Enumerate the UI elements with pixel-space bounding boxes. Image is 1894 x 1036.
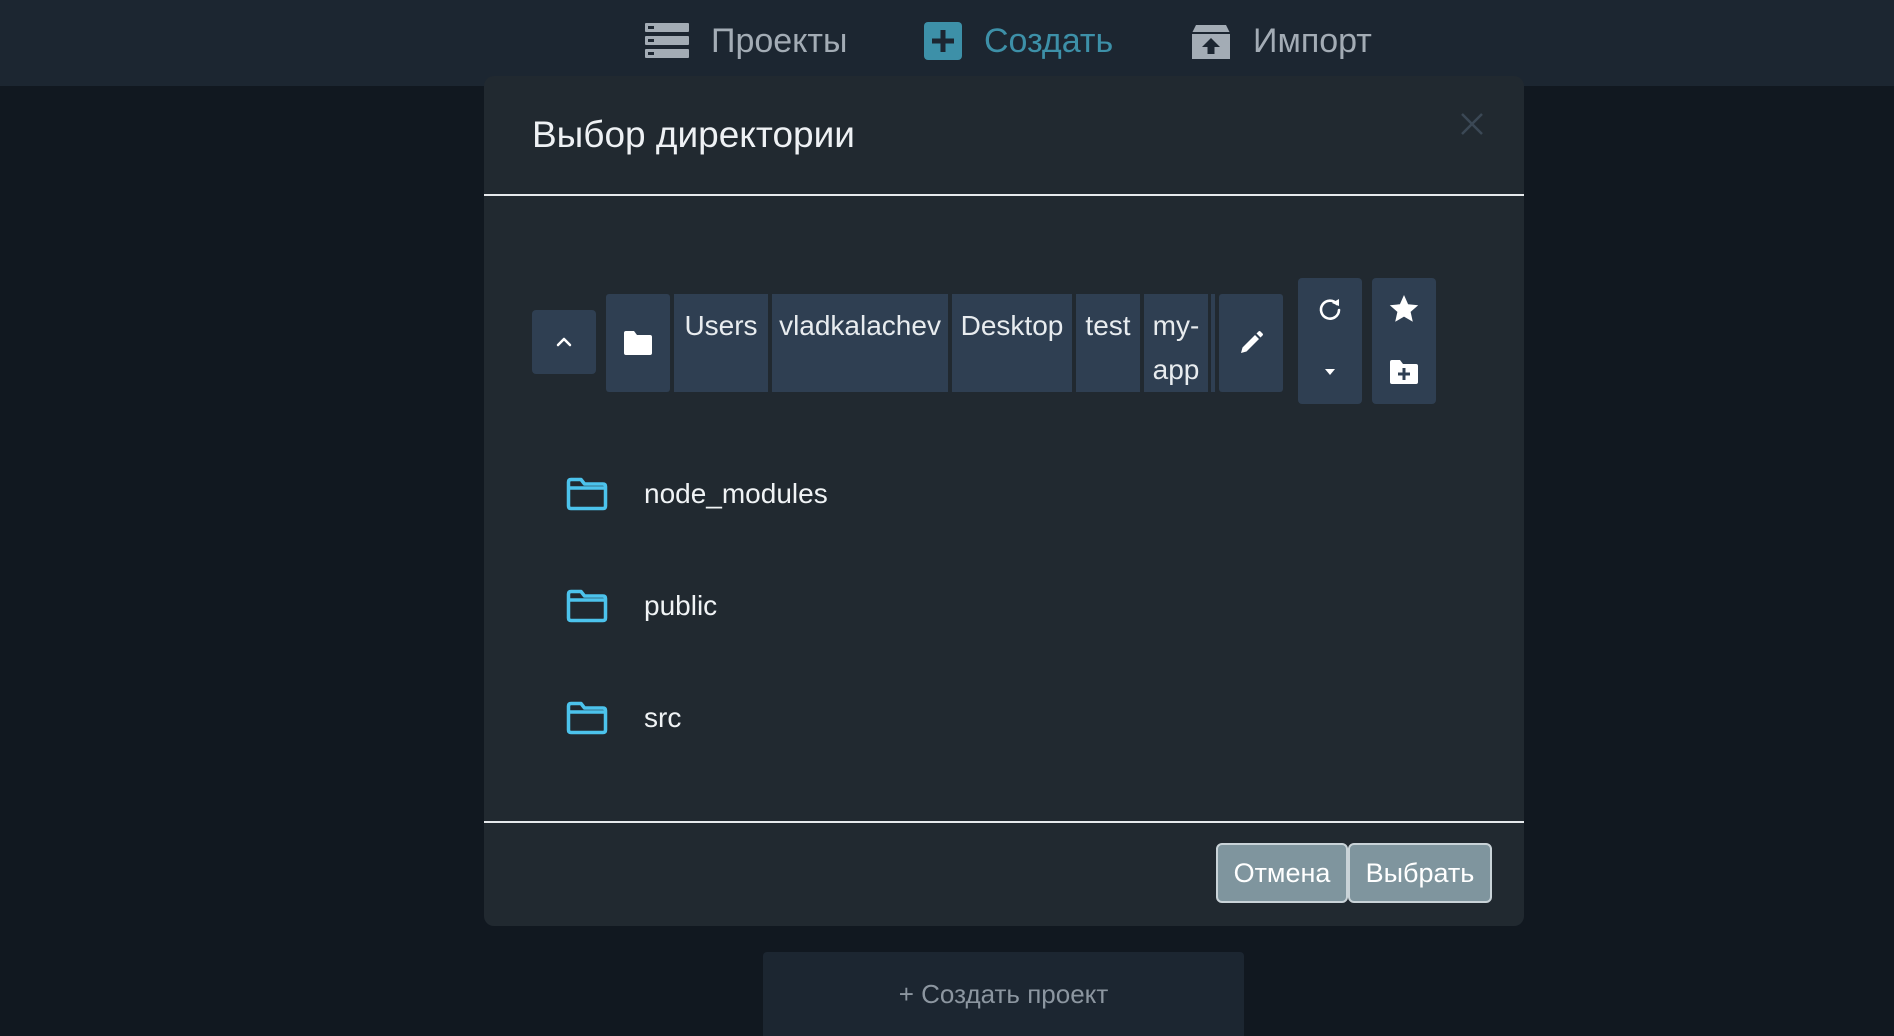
- folder-item[interactable]: public: [566, 581, 717, 631]
- close-icon: [1461, 113, 1483, 135]
- folder-outline-icon: [566, 477, 608, 511]
- nav-create[interactable]: Создать: [924, 16, 1113, 66]
- close-button[interactable]: [1452, 104, 1492, 144]
- history-dropdown-button[interactable]: [1298, 340, 1362, 404]
- path-segment[interactable]: test: [1076, 294, 1140, 392]
- create-project-label: + Создать проект: [898, 978, 1109, 1009]
- list-icon: [645, 23, 689, 59]
- path-separator: [1211, 294, 1215, 392]
- path-segment[interactable]: Desktop: [952, 294, 1072, 392]
- path-segment-label: Users: [684, 310, 758, 341]
- folder-icon: [624, 331, 652, 355]
- cancel-button[interactable]: Отмена: [1216, 843, 1348, 903]
- path-segment[interactable]: Users: [674, 294, 768, 392]
- select-button[interactable]: Выбрать: [1348, 843, 1492, 903]
- path-segment[interactable]: vladkalachev: [772, 294, 948, 392]
- nav-projects-label: Проекты: [711, 21, 848, 60]
- folder-outline-icon: [566, 589, 608, 623]
- dialog-header: Выбор директории: [484, 76, 1524, 196]
- folder-name: public: [644, 590, 718, 621]
- path-segment-label: vladkalachev: [779, 310, 941, 341]
- folder-plus-icon: [1390, 360, 1418, 384]
- refresh-icon: [1319, 299, 1341, 320]
- chevron-up-icon: [556, 337, 572, 347]
- folder-name: src: [644, 702, 682, 733]
- edit-path-button[interactable]: [1219, 294, 1283, 392]
- import-box-icon: [1191, 21, 1231, 61]
- nav-create-label: Создать: [984, 21, 1114, 60]
- nav-import-label: Импорт: [1253, 21, 1372, 60]
- path-segment-label: test: [1085, 310, 1131, 341]
- plus-square-icon: [924, 22, 962, 60]
- caret-down-icon: [1325, 369, 1335, 375]
- path-segment-label: Desktop: [960, 310, 1064, 341]
- create-project-button[interactable]: + Создать проект: [763, 952, 1244, 1036]
- favorite-button[interactable]: [1372, 278, 1436, 340]
- folder-item[interactable]: src: [566, 693, 681, 743]
- folder-name: node_modules: [644, 478, 828, 509]
- folder-outline-icon: [566, 701, 608, 735]
- path-segment-label: my-app: [1152, 310, 1200, 385]
- top-navigation: Проекты Создать Импорт: [0, 0, 1894, 86]
- star-icon: [1389, 295, 1419, 322]
- dialog-footer: Отмена Выбрать: [484, 821, 1524, 926]
- pencil-icon: [1241, 331, 1263, 353]
- new-folder-button[interactable]: [1372, 340, 1436, 404]
- parent-directory-button[interactable]: [532, 310, 596, 374]
- directory-picker-dialog: Выбор директории Users vladkalachev Desk…: [484, 76, 1524, 926]
- nav-projects[interactable]: Проекты: [645, 16, 847, 66]
- root-folder-button[interactable]: [606, 294, 670, 392]
- folder-item[interactable]: node_modules: [566, 469, 828, 519]
- refresh-button[interactable]: [1298, 278, 1362, 340]
- dialog-title: Выбор директории: [532, 114, 855, 155]
- nav-import[interactable]: Импорт: [1191, 16, 1372, 66]
- path-segment-current[interactable]: my-app: [1144, 294, 1208, 392]
